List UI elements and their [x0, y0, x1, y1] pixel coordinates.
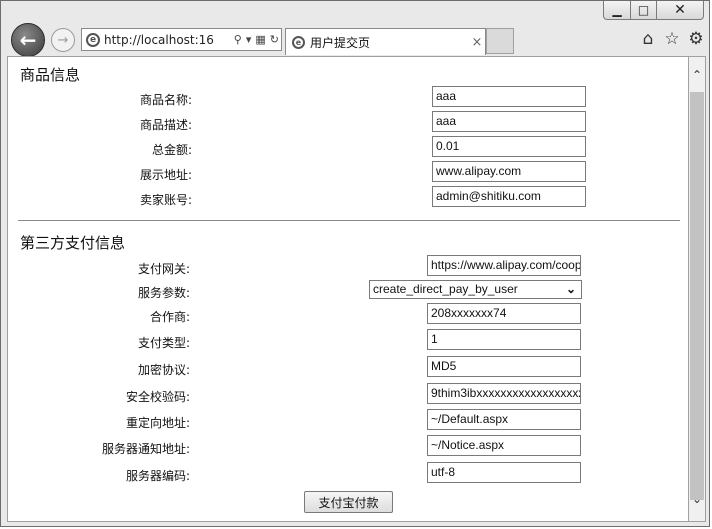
ie-icon: e: [292, 35, 305, 49]
show-url-field[interactable]: www.alipay.com: [432, 161, 586, 182]
address-input[interactable]: http://localhost:16: [104, 33, 232, 47]
seller-account-label: 卖家账号:: [139, 193, 192, 207]
notify-url-label: 服务器通知地址:: [101, 442, 190, 456]
home-icon[interactable]: ⌂: [638, 29, 658, 49]
goods-desc-field[interactable]: aaa: [432, 111, 586, 132]
alipay-pay-button[interactable]: 支付宝付款: [304, 491, 393, 513]
service-label: 服务参数:: [137, 286, 190, 300]
favorites-icon[interactable]: ☆: [662, 29, 682, 49]
goods-name-label: 商品名称:: [139, 93, 192, 107]
title-bar: ▁ □ ✕: [1, 1, 709, 23]
payment-section-title: 第三方支付信息: [20, 234, 126, 252]
seller-account-field[interactable]: admin@shitiku.com: [432, 186, 586, 207]
gateway-field[interactable]: https://www.alipay.com/cooperate/gateway…: [427, 255, 581, 276]
refresh-icon[interactable]: ↻: [270, 33, 279, 46]
goods-desc-label: 商品描述:: [139, 118, 192, 132]
browser-window: ▁ □ ✕ ← → e http://localhost:16 ⚲ ▾ ▦ ↻ …: [0, 0, 710, 527]
payment-type-field[interactable]: 1: [427, 329, 581, 350]
section-divider: [18, 220, 680, 221]
total-amount-label: 总金额:: [151, 143, 192, 157]
maximize-icon: □: [637, 3, 650, 17]
notify-url-field[interactable]: ~/Notice.aspx: [427, 435, 581, 456]
partner-label: 合作商:: [149, 310, 190, 324]
total-amount-field[interactable]: 0.01: [432, 136, 586, 157]
search-icon[interactable]: ⚲: [234, 33, 242, 46]
tab-close-icon[interactable]: ×: [469, 35, 485, 50]
scrollbar-thumb[interactable]: [690, 92, 704, 500]
ie-icon: e: [86, 32, 100, 47]
address-bar[interactable]: e http://localhost:16 ⚲ ▾ ▦ ↻: [81, 28, 282, 51]
maximize-button[interactable]: □: [630, 1, 657, 20]
minimize-icon: ▁: [612, 3, 622, 17]
security-key-label: 安全校验码:: [125, 390, 190, 404]
return-url-label: 重定向地址:: [125, 416, 190, 430]
payment-type-label: 支付类型:: [137, 336, 190, 350]
back-icon: ←: [19, 28, 37, 52]
tab-title: 用户提交页: [310, 35, 371, 50]
sign-type-label: 加密协议:: [137, 363, 190, 377]
scroll-up-icon[interactable]: ⌃: [689, 65, 705, 85]
show-url-label: 展示地址:: [139, 168, 192, 182]
return-url-field[interactable]: ~/Default.aspx: [427, 409, 581, 430]
new-tab-button[interactable]: [486, 28, 514, 54]
service-select[interactable]: create_direct_pay_by_user ⌄: [369, 280, 582, 299]
page-content: 商品信息 商品名称: aaa 商品描述: aaa 总金额: 0.01 展示地址:…: [7, 56, 689, 522]
charset-label: 服务器编码:: [125, 469, 190, 483]
scroll-down-icon[interactable]: ⌄: [689, 489, 705, 509]
back-button[interactable]: ←: [11, 23, 45, 57]
settings-icon[interactable]: ⚙: [686, 29, 706, 49]
gateway-label: 支付网关:: [137, 262, 190, 276]
goods-section-title: 商品信息: [20, 66, 81, 84]
security-key-field[interactable]: 9thim3ibxxxxxxxxxxxxxxxxxxxxxxx: [427, 383, 581, 404]
tab-user-submit[interactable]: e 用户提交页 ×: [285, 28, 486, 55]
forward-button[interactable]: →: [51, 28, 75, 52]
goods-name-field[interactable]: aaa: [432, 86, 586, 107]
service-select-value: create_direct_pay_by_user: [373, 282, 518, 296]
charset-field[interactable]: utf-8: [427, 462, 581, 483]
minimize-button[interactable]: ▁: [603, 1, 631, 20]
close-button[interactable]: ✕: [656, 1, 704, 20]
close-icon: ✕: [674, 2, 686, 18]
chevron-down-icon: ⌄: [565, 282, 576, 296]
sign-type-field[interactable]: MD5: [427, 356, 581, 377]
partner-field[interactable]: 208xxxxxxx74: [427, 303, 581, 324]
vertical-scrollbar[interactable]: ⌃ ⌄: [689, 56, 706, 522]
compatibility-icon[interactable]: ▦: [255, 33, 265, 46]
forward-icon: →: [57, 32, 69, 48]
dropdown-icon[interactable]: ▾: [246, 33, 252, 46]
